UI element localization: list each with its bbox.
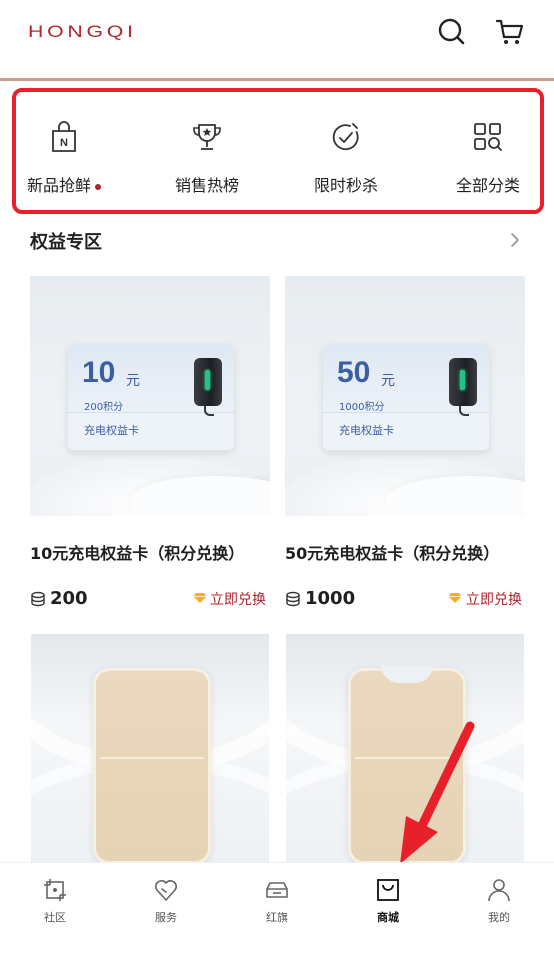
- gem-icon: [193, 593, 207, 603]
- product-title[interactable]: 50元充电权益卡（积分兑换）: [285, 540, 499, 564]
- grid-search-icon: [474, 123, 502, 151]
- person-icon: [488, 879, 510, 902]
- quick-nav-flash-sale[interactable]: 限时秒杀: [286, 120, 406, 200]
- voucher-unit: 元: [126, 373, 140, 389]
- quick-nav-label: 限时秒杀: [313, 176, 378, 195]
- charger-icon: [194, 358, 222, 406]
- points-coin-icon: [31, 591, 45, 607]
- voucher-points: 200积分: [84, 402, 124, 413]
- gem-icon: [448, 593, 462, 603]
- heart-service-icon: [155, 880, 177, 901]
- new-bag-icon: N: [52, 121, 76, 152]
- points-coin-icon: [286, 591, 300, 607]
- bottom-nav-label: 红旗: [266, 911, 288, 924]
- product-title[interactable]: 10元充电权益卡（积分兑换）: [30, 540, 244, 564]
- product-image[interactable]: [286, 634, 524, 864]
- charger-icon: [449, 358, 477, 406]
- bottom-nav-mine[interactable]: 我的: [459, 877, 539, 925]
- bottom-nav-service[interactable]: 服务: [126, 877, 206, 925]
- voucher-amount: 50: [337, 356, 371, 389]
- quick-nav-label: 销售热榜: [174, 176, 239, 195]
- product-image[interactable]: 50 元 1000积分 充电权益卡: [285, 276, 525, 516]
- section-title: 权益专区: [30, 232, 102, 253]
- new-dot-badge: [95, 183, 101, 190]
- quick-nav-label: 全部分类: [455, 176, 520, 195]
- shopping-bag-icon: [377, 879, 399, 901]
- voucher-unit: 元: [381, 373, 395, 389]
- quick-nav-label: 新品抢鲜: [26, 176, 91, 195]
- voucher-name: 充电权益卡: [339, 424, 394, 437]
- product-price: 1000: [305, 588, 356, 609]
- redeem-button[interactable]: 立即兑换: [210, 589, 266, 609]
- floor-mat-image: [348, 665, 466, 864]
- cart-icon[interactable]: [494, 16, 526, 48]
- chevron-right-icon[interactable]: [506, 230, 524, 250]
- bottom-nav-label: 我的: [488, 911, 510, 924]
- car-icon: [266, 882, 288, 898]
- voucher-amount: 10: [82, 356, 116, 389]
- timer-check-icon: [332, 123, 359, 151]
- product-image[interactable]: [31, 634, 269, 864]
- home-indicator-area: [0, 940, 554, 961]
- bottom-nav-community[interactable]: 社区: [15, 877, 95, 925]
- voucher-name: 充电权益卡: [84, 424, 139, 437]
- community-icon: [44, 879, 66, 901]
- product-price: 200: [50, 588, 88, 609]
- quick-nav-new[interactable]: N 新品抢鲜: [4, 120, 124, 200]
- header: HONGQI: [0, 0, 554, 78]
- search-icon[interactable]: [436, 16, 468, 48]
- bottom-nav-label: 服务: [155, 911, 177, 924]
- bottom-nav: 社区 服务 红旗 商城 我的: [0, 862, 554, 940]
- trophy-icon: [193, 124, 221, 150]
- quick-nav: N 新品抢鲜 销售热榜 限时秒杀 全部分类: [12, 88, 544, 214]
- floor-mat-image: [93, 668, 211, 864]
- voucher-card-image: 10 元 200积分 充电权益卡: [68, 344, 234, 450]
- quick-nav-all-categories[interactable]: 全部分类: [428, 120, 548, 200]
- bottom-nav-hongqi[interactable]: 红旗: [237, 877, 317, 925]
- bottom-nav-mall[interactable]: 商城: [348, 877, 428, 925]
- voucher-card-image: 50 元 1000积分 充电权益卡: [323, 344, 489, 450]
- header-divider: [0, 78, 554, 81]
- hongqi-logo[interactable]: HONGQI: [28, 22, 137, 42]
- bottom-nav-label: 商城: [377, 911, 399, 924]
- product-image[interactable]: 10 元 200积分 充电权益卡: [30, 276, 270, 516]
- quick-nav-hot-sales[interactable]: 销售热榜: [147, 120, 267, 200]
- bottom-nav-label: 社区: [44, 911, 66, 924]
- voucher-points: 1000积分: [339, 402, 385, 413]
- redeem-button[interactable]: 立即兑换: [466, 589, 522, 609]
- svg-text:N: N: [60, 137, 68, 149]
